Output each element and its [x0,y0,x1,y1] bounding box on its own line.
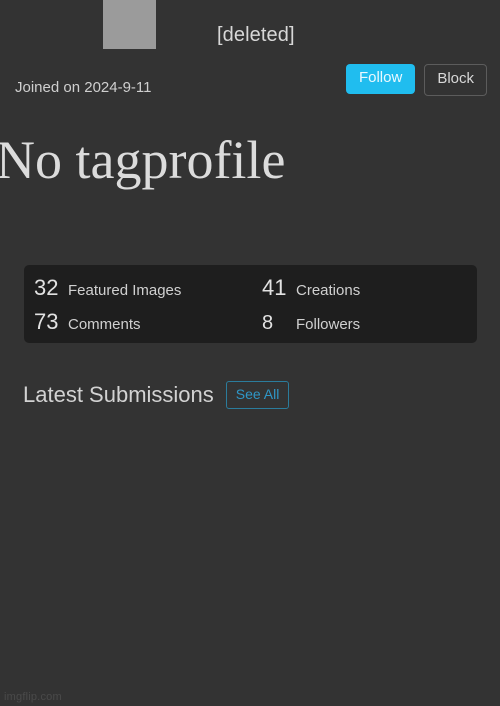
stat-comments: 73 Comments [34,309,262,335]
header-actions: Follow Block [345,64,487,96]
stat-label: Followers [296,316,361,333]
block-button[interactable]: Block [424,64,487,96]
stat-value: 41 [262,275,287,300]
imgflip-watermark: imgflip.com [4,691,62,703]
see-all-button[interactable]: See All [225,381,290,410]
stat-value: 32 [34,275,59,300]
stat-featured-images: 32 Featured Images [34,275,262,301]
stat-creations: 41 Creations [262,275,360,301]
follow-button[interactable]: Follow [345,64,416,94]
stat-value: 8 [262,312,274,334]
stats-row: 32 Featured Images 41 Creations [24,275,477,309]
latest-submissions-header: Latest Submissions See All [23,381,290,410]
profile-header: [deleted] Joined on 2024-9-11 Follow Blo… [0,0,500,112]
stat-label: Comments [68,316,141,333]
latest-submissions-list [0,425,500,680]
stat-followers: 8 Followers [262,312,360,335]
stat-label: Featured Images [68,282,182,299]
stats-row: 73 Comments 8 Followers [24,309,477,343]
stats-panel: 32 Featured Images 41 Creations 73 Comme… [24,265,477,343]
latest-submissions-title: Latest Submissions [23,382,214,408]
joined-date: Joined on 2024-9-11 [15,79,152,96]
stat-value: 73 [34,309,59,334]
username: [deleted] [217,24,295,46]
avatar[interactable] [103,0,156,49]
page-title: No tagprofile [0,130,286,190]
stat-label: Creations [296,282,361,299]
